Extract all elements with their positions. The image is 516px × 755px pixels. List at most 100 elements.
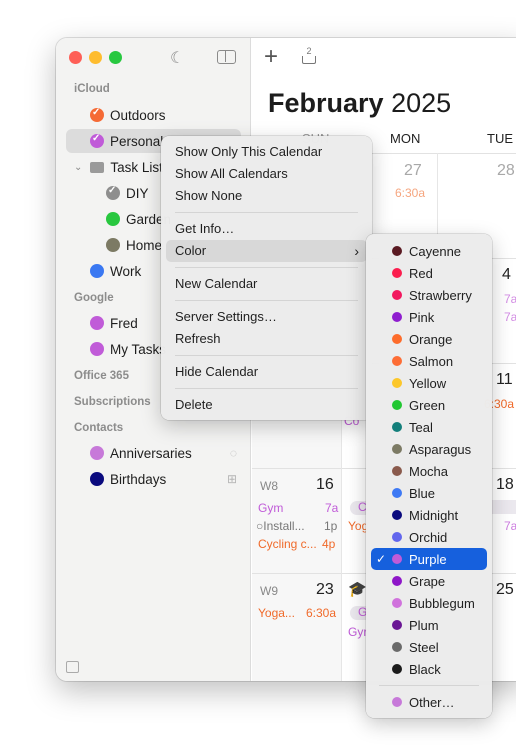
section-subscriptions: Subscriptions [74, 396, 151, 408]
calendar-checkbox[interactable] [106, 212, 120, 226]
menu-delete[interactable]: Delete [166, 394, 367, 416]
color-option-strawberry[interactable]: Strawberry [371, 284, 487, 306]
color-swatch [392, 378, 402, 388]
calendar-checkbox[interactable] [90, 446, 104, 460]
zoom-button[interactable] [109, 51, 122, 64]
color-option-orchid[interactable]: Orchid [371, 526, 487, 548]
color-option-bubblegum[interactable]: Bubblegum [371, 592, 487, 614]
calendar-checkbox[interactable] [90, 342, 104, 356]
color-other[interactable]: Other… [371, 691, 487, 713]
color-option-orange[interactable]: Orange [371, 328, 487, 350]
day-16[interactable]: 16 [316, 476, 334, 494]
menu-color[interactable]: Color › [166, 240, 367, 262]
calendar-checkbox[interactable] [106, 238, 120, 252]
event-yoga[interactable]: Yoga... [258, 606, 295, 620]
mini-calendar-icon[interactable] [66, 661, 79, 673]
calendar-checkbox[interactable] [90, 133, 104, 148]
menu-hide-calendar[interactable]: Hide Calendar [166, 361, 367, 383]
calendar-checkbox[interactable] [90, 107, 104, 122]
event-time[interactable]: 7a [504, 519, 516, 533]
color-option-purple[interactable]: ✓ Purple [371, 548, 487, 570]
sidebar-item-birthdays[interactable]: Birthdays ⊞ [66, 467, 241, 491]
color-option-black[interactable]: Black [371, 658, 487, 680]
calendar-checkbox[interactable] [106, 185, 120, 200]
color-label: Blue [409, 485, 436, 501]
day-27[interactable]: 27 [404, 162, 422, 180]
color-option-mocha[interactable]: Mocha [371, 460, 487, 482]
menu-separator [379, 685, 479, 686]
color-option-teal[interactable]: Teal [371, 416, 487, 438]
color-option-midnight[interactable]: Midnight [371, 504, 487, 526]
add-event-button[interactable]: + [264, 43, 278, 71]
color-swatch [392, 356, 402, 366]
color-option-red[interactable]: Red [371, 262, 487, 284]
dow-mon: MON [390, 131, 421, 146]
moon-icon[interactable]: ☾ [170, 48, 184, 68]
color-label: Asparagus [409, 441, 472, 457]
day-11[interactable]: 11 [496, 371, 513, 389]
section-google: Google [74, 292, 114, 304]
color-option-pink[interactable]: Pink [371, 306, 487, 328]
event-time[interactable]: 7a [504, 292, 516, 306]
menu-get-info[interactable]: Get Info… [166, 218, 367, 240]
close-button[interactable] [69, 51, 82, 64]
color-option-asparagus[interactable]: Asparagus [371, 438, 487, 460]
calendar-checkbox[interactable] [90, 264, 104, 278]
menu-refresh[interactable]: Refresh [166, 328, 367, 350]
color-option-grape[interactable]: Grape [371, 570, 487, 592]
menu-show-none[interactable]: Show None [166, 185, 367, 207]
task-install[interactable]: ○Install... [256, 519, 305, 533]
item-label: Home [126, 237, 163, 253]
color-option-cayenne[interactable]: Cayenne [371, 240, 487, 262]
color-option-steel[interactable]: Steel [371, 636, 487, 658]
color-option-yellow[interactable]: Yellow [371, 372, 487, 394]
item-label: Work [110, 263, 142, 279]
calendar-checkbox[interactable] [90, 316, 104, 330]
event-time[interactable]: 7a [504, 310, 516, 324]
color-label: Black [409, 661, 441, 677]
event-time[interactable]: 6:30a [395, 186, 425, 200]
event-partial[interactable]: Gyr [348, 625, 367, 639]
task-label: Install... [263, 519, 305, 533]
color-swatch [392, 488, 402, 498]
color-label: Cayenne [409, 243, 462, 259]
month-name: February [268, 88, 384, 118]
day-4[interactable]: 4 [502, 266, 511, 284]
menu-new-calendar[interactable]: New Calendar [166, 273, 367, 295]
color-option-blue[interactable]: Blue [371, 482, 487, 504]
color-option-green[interactable]: Green [371, 394, 487, 416]
menu-server-settings[interactable]: Server Settings… [166, 306, 367, 328]
sidebar-item-anniversaries[interactable]: Anniversaries ◌ [66, 441, 241, 465]
day-25[interactable]: 25 [496, 581, 514, 599]
day-28[interactable]: 28 [497, 162, 515, 180]
inbox-button[interactable]: 2 [302, 46, 316, 64]
item-label: Task List [110, 159, 163, 175]
sidebar-toggle-icon[interactable] [217, 50, 236, 64]
color-swatch [392, 312, 402, 322]
calendar-checkbox[interactable] [90, 472, 104, 486]
sidebar-item-outdoors[interactable]: Outdoors [66, 103, 241, 127]
event-cycling[interactable]: Cycling c... [258, 537, 317, 551]
color-swatch [392, 422, 402, 432]
color-swatch [392, 510, 402, 520]
color-label: Purple [409, 551, 447, 567]
color-swatch [392, 697, 402, 707]
menu-show-all-calendars[interactable]: Show All Calendars [166, 163, 367, 185]
color-swatch [392, 290, 402, 300]
day-23[interactable]: 23 [316, 581, 334, 599]
day-18[interactable]: 18 [496, 476, 514, 494]
month-title: February 2025 [268, 88, 451, 119]
color-swatch [392, 642, 402, 652]
event-time: 1p [324, 519, 338, 533]
item-label: My Tasks [110, 341, 167, 357]
color-swatch [392, 664, 402, 674]
menu-show-only-this-calendar[interactable]: Show Only This Calendar [166, 141, 367, 163]
event-gym[interactable]: Gym [258, 501, 283, 515]
color-option-salmon[interactable]: Salmon [371, 350, 487, 372]
minimize-button[interactable] [89, 51, 102, 64]
inbox-count: 2 [306, 46, 312, 56]
color-label: Green [409, 397, 446, 413]
color-option-plum[interactable]: Plum [371, 614, 487, 636]
chevron-down-icon[interactable]: ⌄ [74, 162, 82, 173]
color-list: Cayenne Red Strawberry Pink Orange Salmon Yell… [371, 240, 487, 680]
